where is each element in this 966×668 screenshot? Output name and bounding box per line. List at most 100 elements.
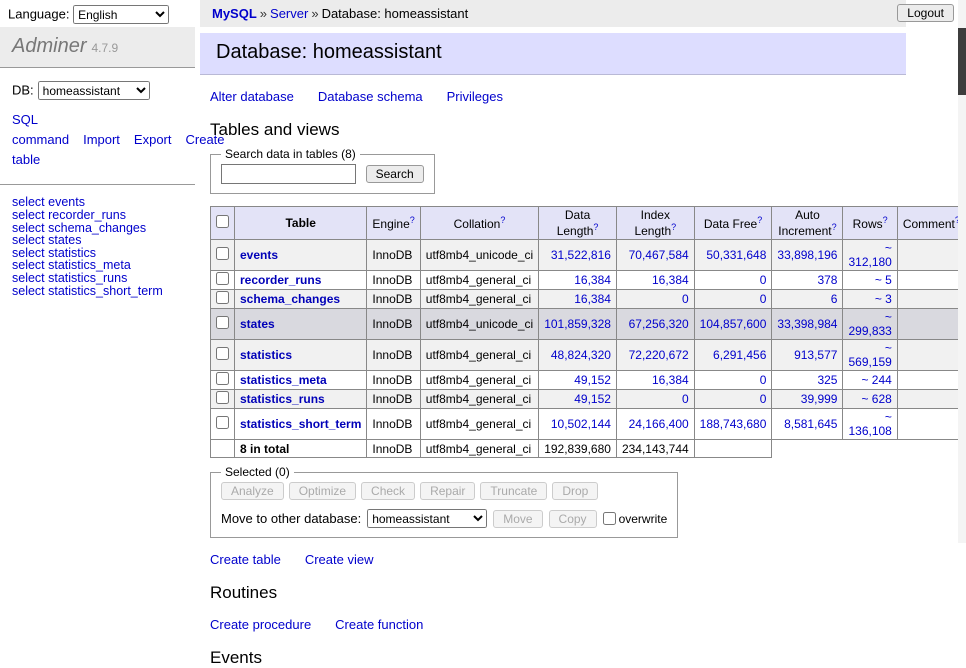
cell-data-free-link[interactable]: 0 — [760, 292, 767, 306]
help-link[interactable]: ? — [500, 215, 505, 225]
breadcrumb-server-link[interactable]: Server — [270, 6, 308, 21]
cell-rows-link[interactable]: ~ 569,159 — [848, 341, 891, 369]
table-row-statistics-runs: statistics_runsInnoDButf8mb4_general_ci4… — [211, 390, 966, 409]
cell-index-length-link[interactable]: 0 — [682, 392, 689, 406]
cell-data-length-link[interactable]: 16,384 — [574, 292, 611, 306]
move-button[interactable]: Move — [493, 510, 542, 528]
row-checkbox-recorder-runs[interactable] — [216, 272, 229, 285]
repair-button[interactable]: Repair — [420, 482, 475, 500]
sidebar-link-select-recorder-runs[interactable]: select recorder_runs — [12, 209, 183, 222]
search-input[interactable] — [221, 164, 356, 184]
cell-data-free-link[interactable]: 50,331,648 — [706, 248, 766, 262]
row-checkbox-schema-changes[interactable] — [216, 291, 229, 304]
logout-button[interactable]: Logout — [897, 4, 954, 22]
cell-index-length-link[interactable]: 72,220,672 — [629, 348, 689, 362]
row-checkbox-events[interactable] — [216, 247, 229, 260]
help-link[interactable]: ? — [883, 215, 888, 225]
cell-index-length-link[interactable]: 24,166,400 — [629, 417, 689, 431]
cell-data-free-link[interactable]: 0 — [760, 392, 767, 406]
cell-rows-link[interactable]: ~ 5 — [875, 273, 892, 287]
check-button[interactable]: Check — [361, 482, 415, 500]
cell-auto-increment-link[interactable]: 33,898,196 — [777, 248, 837, 262]
sidebar-action-import[interactable]: Import — [83, 132, 120, 147]
cell-data-free-link[interactable]: 0 — [760, 373, 767, 387]
table-link-recorder-runs[interactable]: recorder_runs — [240, 273, 321, 287]
table-link-statistics[interactable]: statistics — [240, 348, 292, 362]
cell-data-free-link[interactable]: 104,857,600 — [700, 317, 767, 331]
cell-rows-link[interactable]: ~ 312,180 — [848, 241, 891, 269]
row-check-cell — [211, 390, 235, 409]
search-button[interactable]: Search — [366, 165, 424, 183]
row-checkbox-statistics-short-term[interactable] — [216, 416, 229, 429]
cell-data-length-link[interactable]: 16,384 — [574, 273, 611, 287]
cell-rows-link[interactable]: ~ 3 — [875, 292, 892, 306]
cell-index-length-link[interactable]: 70,467,584 — [629, 248, 689, 262]
db-action-alter-database[interactable]: Alter database — [210, 89, 294, 104]
table-link-events[interactable]: events — [240, 248, 278, 262]
sidebar-link-select-states[interactable]: select states — [12, 234, 183, 247]
cell-data-free-link[interactable]: 0 — [760, 273, 767, 287]
cell-index-length-link[interactable]: 16,384 — [652, 273, 689, 287]
select-all-checkbox[interactable] — [216, 215, 229, 228]
cell-rows-link[interactable]: ~ 136,108 — [848, 410, 891, 438]
cell-auto-increment-link[interactable]: 39,999 — [801, 392, 838, 406]
cell-auto-increment-link[interactable]: 378 — [817, 273, 837, 287]
row-checkbox-statistics-runs[interactable] — [216, 391, 229, 404]
cell-index-length-link[interactable]: 67,256,320 — [629, 317, 689, 331]
analyze-button[interactable]: Analyze — [221, 482, 284, 500]
optimize-button[interactable]: Optimize — [289, 482, 356, 500]
table-link-schema-changes[interactable]: schema_changes — [240, 292, 340, 306]
table-link-states[interactable]: states — [240, 317, 275, 331]
cell-data-free-link[interactable]: 6,291,456 — [713, 348, 766, 362]
row-checkbox-states[interactable] — [216, 316, 229, 329]
cell-auto-increment-link[interactable]: 325 — [817, 373, 837, 387]
scrollbar-track[interactable] — [958, 0, 966, 543]
sidebar-link-select-statistics-runs[interactable]: select statistics_runs — [12, 272, 183, 285]
cell-rows-link[interactable]: ~ 299,833 — [848, 310, 891, 338]
cell-data-free-link[interactable]: 188,743,680 — [700, 417, 767, 431]
drop-button[interactable]: Drop — [552, 482, 598, 500]
row-checkbox-statistics[interactable] — [216, 347, 229, 360]
routine-link-create-procedure[interactable]: Create procedure — [210, 617, 311, 632]
db-action-privileges[interactable]: Privileges — [447, 89, 503, 104]
help-link[interactable]: ? — [832, 222, 837, 232]
db-select[interactable]: homeassistant — [38, 81, 150, 100]
cell-auto-increment-link[interactable]: 8,581,645 — [784, 417, 837, 431]
row-checkbox-statistics-meta[interactable] — [216, 372, 229, 385]
cell-data-length-link[interactable]: 10,502,144 — [551, 417, 611, 431]
cell-auto-increment-link[interactable]: 6 — [831, 292, 838, 306]
routine-link-create-function[interactable]: Create function — [335, 617, 423, 632]
scrollbar-thumb[interactable] — [958, 28, 966, 95]
table-link-statistics-runs[interactable]: statistics_runs — [240, 392, 325, 406]
breadcrumb-mysql-link[interactable]: MySQL — [212, 6, 257, 21]
language-select[interactable]: English — [73, 5, 169, 24]
table-link-statistics-meta[interactable]: statistics_meta — [240, 373, 327, 387]
cell-auto-increment-link[interactable]: 33,398,984 — [777, 317, 837, 331]
create-link-create-view[interactable]: Create view — [305, 552, 374, 567]
copy-button[interactable]: Copy — [549, 510, 597, 528]
cell-rows-link[interactable]: ~ 628 — [861, 392, 891, 406]
sidebar-action-sql-command[interactable]: SQL command — [12, 112, 69, 147]
sidebar-link-select-statistics-short-term[interactable]: select statistics_short_term — [12, 285, 183, 298]
overwrite-checkbox[interactable] — [603, 512, 616, 525]
sidebar-action-export[interactable]: Export — [134, 132, 172, 147]
cell-index-length-link[interactable]: 16,384 — [652, 373, 689, 387]
move-db-select[interactable]: homeassistant — [367, 509, 487, 528]
cell-data-length-link[interactable]: 48,824,320 — [551, 348, 611, 362]
cell-data-length-link[interactable]: 49,152 — [574, 392, 611, 406]
column-header-rows: Rows? — [843, 207, 897, 240]
cell-data-length-link[interactable]: 31,522,816 — [551, 248, 611, 262]
cell-data-length-link[interactable]: 101,859,328 — [544, 317, 611, 331]
help-link[interactable]: ? — [410, 215, 415, 225]
create-link-create-table[interactable]: Create table — [210, 552, 281, 567]
help-link[interactable]: ? — [593, 222, 598, 232]
cell-rows-link[interactable]: ~ 244 — [861, 373, 891, 387]
help-link[interactable]: ? — [671, 222, 676, 232]
cell-auto-increment-link[interactable]: 913,577 — [794, 348, 837, 362]
cell-index-length-link[interactable]: 0 — [682, 292, 689, 306]
db-action-database-schema[interactable]: Database schema — [318, 89, 423, 104]
truncate-button[interactable]: Truncate — [480, 482, 547, 500]
table-link-statistics-short-term[interactable]: statistics_short_term — [240, 417, 361, 431]
cell-data-length-link[interactable]: 49,152 — [574, 373, 611, 387]
help-link[interactable]: ? — [757, 215, 762, 225]
